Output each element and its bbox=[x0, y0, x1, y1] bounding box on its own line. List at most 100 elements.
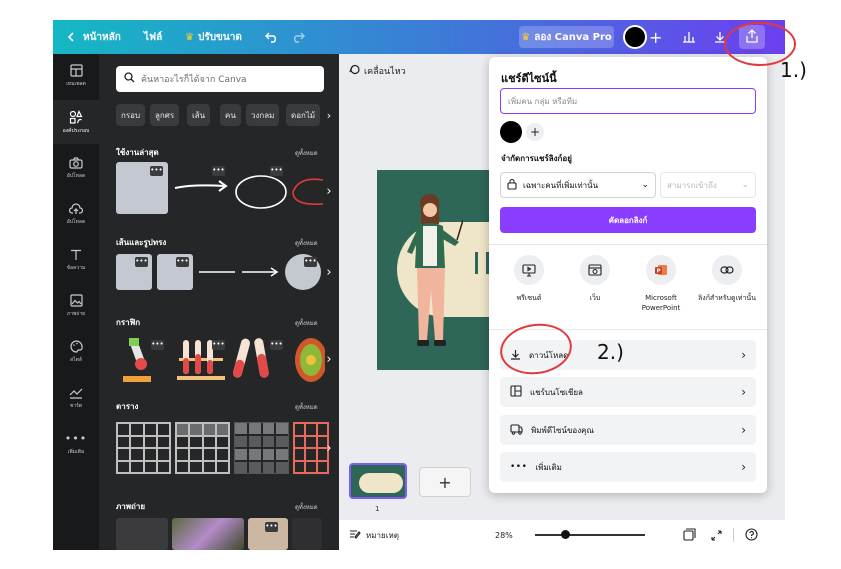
recent-next-button[interactable]: › bbox=[321, 178, 337, 204]
shape-line[interactable] bbox=[197, 264, 237, 280]
shape-arrow-line[interactable] bbox=[240, 264, 280, 280]
link-access-select[interactable]: เฉพาะคนที่เพิ่มเท่านั้น ⌄ bbox=[500, 172, 656, 198]
shapes-next-button[interactable]: › bbox=[321, 259, 337, 285]
chips-next-button[interactable]: › bbox=[322, 104, 336, 126]
see-all-photos[interactable]: ดูทั้งหมด bbox=[295, 502, 318, 512]
rail-item-photos[interactable]: ภาพถ่าย bbox=[53, 284, 99, 328]
share-popover: แชร์ดีไซน์นี้ เพิ่มคน กลุ่ม หรือทีม + จำ… bbox=[489, 57, 767, 493]
chevron-right-icon: › bbox=[741, 460, 746, 474]
more-dots-icon: ••• bbox=[510, 462, 528, 472]
graphic-tubes[interactable] bbox=[231, 334, 275, 386]
see-all-lines-shapes[interactable]: ดูทั้งหมด bbox=[295, 238, 318, 248]
share-option-present[interactable]: พรีเซนต์ bbox=[499, 255, 559, 303]
chip-people[interactable]: คน bbox=[220, 104, 241, 126]
rail-item-elements[interactable]: องค์ประกอบ bbox=[53, 100, 99, 144]
resize-button[interactable]: ♛ ปรับขนาด bbox=[185, 20, 242, 54]
rail-item-charts[interactable]: ชาร์ต bbox=[53, 376, 99, 420]
page-count-button[interactable] bbox=[683, 520, 696, 550]
more-dots-icon[interactable]: ••• bbox=[135, 257, 148, 267]
more-dots-icon[interactable]: ••• bbox=[150, 166, 163, 176]
rail-item-uploads[interactable]: อัปโหลด bbox=[53, 192, 99, 236]
photo-thumbnail[interactable] bbox=[292, 518, 322, 550]
add-collaborator-button[interactable]: + bbox=[526, 123, 544, 141]
more-row[interactable]: ••• เพิ่มเติม › bbox=[500, 452, 756, 482]
recent-item-arrow[interactable] bbox=[173, 174, 231, 198]
rail-item-text[interactable]: ข้อความ bbox=[53, 238, 99, 282]
rail-label: องค์ประกอบ bbox=[62, 127, 90, 134]
see-all-recent[interactable]: ดูทั้งหมด bbox=[295, 148, 318, 158]
more-dots-icon[interactable]: ••• bbox=[270, 166, 283, 176]
more-dots-icon[interactable]: ••• bbox=[304, 257, 317, 267]
graphic-cell[interactable] bbox=[289, 336, 325, 384]
share-option-view-link[interactable]: ลิงก์สำหรับดูเท่านั้น bbox=[697, 255, 757, 303]
avatar[interactable] bbox=[623, 25, 647, 49]
share-option-label: Microsoft PowerPoint bbox=[641, 294, 681, 312]
design-page[interactable] bbox=[377, 170, 492, 370]
chip-frames[interactable]: กรอบ bbox=[116, 104, 146, 126]
recent-item-circle-sketch[interactable] bbox=[233, 168, 293, 212]
see-all-graphics[interactable]: ดูทั้งหมด bbox=[295, 318, 318, 328]
chip-circles[interactable]: วงกลม bbox=[246, 104, 280, 126]
tables-next-button[interactable]: › bbox=[321, 435, 337, 461]
present-icon bbox=[514, 255, 544, 285]
add-member-button[interactable]: + bbox=[649, 20, 662, 54]
canva-editor-window: หน้าหลัก ไฟล์ ♛ ปรับขนาด ♛ ลอง Canva Pro… bbox=[53, 20, 785, 550]
rail-item-styles[interactable]: สไตล์ bbox=[53, 330, 99, 374]
more-dots-icon[interactable]: ••• bbox=[212, 340, 225, 350]
zoom-slider[interactable] bbox=[535, 530, 645, 539]
chevron-right-icon: › bbox=[326, 264, 332, 280]
permission-select[interactable]: สามารถเข้าถึง ⌄ bbox=[660, 172, 756, 198]
crown-icon: ♛ bbox=[185, 31, 194, 43]
more-dots-icon[interactable]: ••• bbox=[270, 340, 283, 350]
help-button[interactable] bbox=[745, 520, 758, 550]
more-dots-icon[interactable]: ••• bbox=[212, 166, 225, 176]
table-template-grey[interactable] bbox=[234, 422, 289, 474]
rail-label: สไตล์ bbox=[70, 357, 82, 363]
table-template-header[interactable] bbox=[175, 422, 230, 474]
rail-item-templates[interactable]: เทมเพลต bbox=[53, 54, 99, 98]
fullscreen-button[interactable] bbox=[711, 520, 722, 550]
see-all-tables[interactable]: ดูทั้งหมด bbox=[295, 402, 318, 412]
more-dots-icon[interactable]: ••• bbox=[265, 522, 278, 532]
file-menu-button[interactable]: ไฟล์ bbox=[144, 20, 162, 54]
expand-icon bbox=[711, 526, 722, 545]
zoom-slider-handle[interactable] bbox=[561, 530, 571, 539]
share-option-powerpoint[interactable]: P Microsoft PowerPoint bbox=[631, 255, 691, 313]
notes-button[interactable]: หมายเหตุ bbox=[349, 520, 399, 550]
try-canva-pro-button[interactable]: ♛ ลอง Canva Pro bbox=[519, 26, 614, 48]
more-label: เพิ่มเติม bbox=[535, 462, 562, 472]
share-social-row[interactable]: แชร์บนโซเชียล › bbox=[500, 377, 756, 407]
more-dots-icon[interactable]: ••• bbox=[176, 257, 189, 267]
add-people-input[interactable]: เพิ่มคน กลุ่ม หรือทีม bbox=[500, 88, 756, 114]
chip-lines[interactable]: เส้น bbox=[187, 104, 211, 126]
web-icon bbox=[580, 255, 610, 285]
search-input[interactable]: ค้นหาอะไรก็ได้จาก Canva bbox=[116, 66, 324, 92]
photo-thumbnail[interactable] bbox=[172, 518, 244, 550]
rail-item-camera[interactable]: อัปโหลด bbox=[53, 146, 99, 190]
undo-button[interactable] bbox=[265, 20, 279, 54]
page-thumbnail[interactable] bbox=[349, 463, 407, 499]
pages-icon bbox=[683, 526, 696, 545]
analytics-button[interactable] bbox=[676, 25, 702, 49]
rail-item-more[interactable]: ••• เพิ่มเติม bbox=[53, 422, 99, 466]
animate-button[interactable]: เคลื่อนไหว bbox=[349, 64, 406, 78]
home-button[interactable]: หน้าหลัก bbox=[67, 20, 121, 54]
add-page-button[interactable]: + bbox=[419, 467, 471, 497]
zoom-level[interactable]: 28% bbox=[495, 520, 513, 550]
photo-thumbnail[interactable] bbox=[116, 518, 168, 550]
share-social-label: แชร์บนโซเชียล bbox=[530, 387, 583, 397]
chip-arrows[interactable]: ลูกศร bbox=[150, 104, 180, 126]
copy-link-button[interactable]: คัดลอกลิงก์ bbox=[500, 207, 756, 233]
print-design-row[interactable]: พิมพ์ดีไซน์ของคุณ › bbox=[500, 415, 756, 445]
table-template[interactable] bbox=[116, 422, 171, 474]
more-dots-icon[interactable]: ••• bbox=[151, 340, 164, 350]
teacher-illustration bbox=[407, 194, 463, 346]
chip-flowers[interactable]: ดอกไม้ bbox=[286, 104, 321, 126]
print-icon bbox=[510, 423, 523, 437]
redo-button[interactable] bbox=[291, 20, 305, 54]
permission-value: สามารถเข้าถึง bbox=[667, 180, 717, 190]
share-option-web[interactable]: เว็บ bbox=[565, 255, 625, 303]
section-title-graphics: กราฟิก bbox=[116, 318, 141, 327]
avatar[interactable] bbox=[500, 121, 522, 143]
graphics-next-button[interactable]: › bbox=[321, 346, 337, 372]
